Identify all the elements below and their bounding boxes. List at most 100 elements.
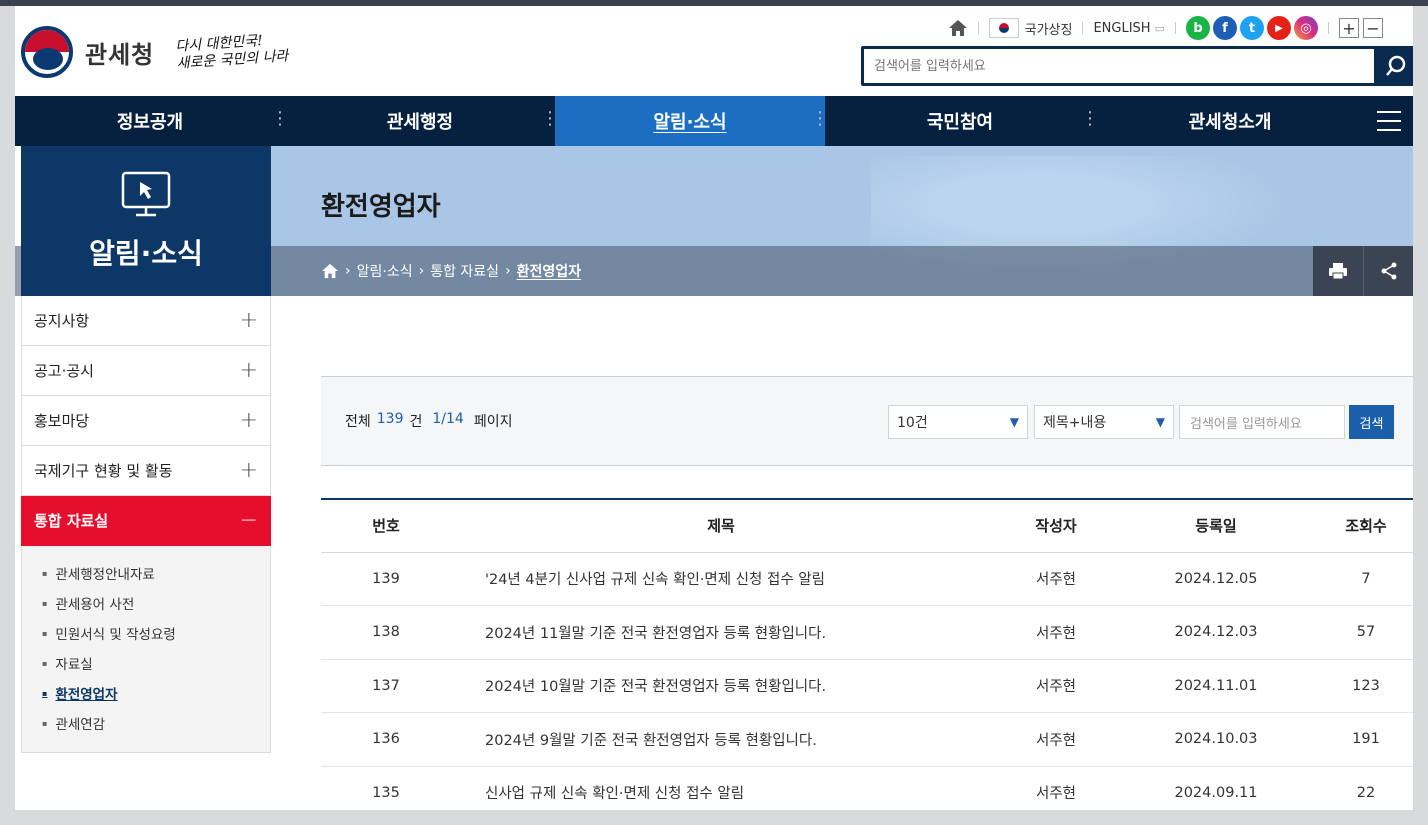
- youtube-icon[interactable]: ▶: [1267, 16, 1291, 40]
- row-views: 191: [1311, 712, 1413, 767]
- gnb-about[interactable]: 관세청소개: [1095, 96, 1365, 146]
- main-navigation: 정보공개 관세행정 알림·소식 국민참여 관세청소개: [15, 96, 1413, 146]
- row-number: 135: [321, 766, 451, 810]
- row-title-link[interactable]: 2024년 11월말 기준 전국 환전영업자 등록 현황입니다.: [451, 605, 991, 660]
- search-type-select[interactable]: 제목+내용 ▼: [1034, 405, 1174, 439]
- chevron-right-icon: ›: [345, 263, 351, 279]
- keyword-input[interactable]: 검색어를 입력하세요: [1179, 405, 1345, 439]
- table-row: 138 2024년 11월말 기준 전국 환전영업자 등록 현황입니다. 서주현…: [321, 605, 1413, 660]
- search-icon: [1386, 55, 1406, 76]
- breadcrumb: › 알림·소식 › 통합 자료실 › 환전영업자: [321, 261, 581, 281]
- side-title: 알림·소식: [89, 237, 203, 270]
- expand-icon: +: [239, 458, 258, 483]
- submenu-item-current[interactable]: 환전영업자: [42, 678, 270, 708]
- row-author: 서주현: [991, 766, 1121, 810]
- row-title-link[interactable]: 신사업 규제 신속 확인·면제 신청 접수 알림: [451, 766, 991, 810]
- side-navigation: 공지사항 + 공고·공시 + 홍보마당 + 국제기구 현황 및 활동 + 통합 자료실 −…: [21, 296, 271, 753]
- table-row: 136 2024년 9월말 기준 전국 환전영업자 등록 현황입니다. 서주현 …: [321, 712, 1413, 767]
- site-search-input[interactable]: [864, 49, 1374, 83]
- blog-icon[interactable]: b: [1186, 16, 1210, 40]
- expand-icon: +: [239, 358, 258, 383]
- table-row: 139 '24년 4분기 신사업 규제 신속 확인·면제 신청 접수 알림 서주…: [321, 552, 1413, 606]
- zoom-out-button[interactable]: −: [1363, 18, 1383, 38]
- col-author: 작성자: [991, 499, 1121, 553]
- row-author: 서주현: [991, 552, 1121, 606]
- breadcrumb-item[interactable]: 알림·소식: [357, 261, 413, 281]
- home-icon[interactable]: [948, 19, 968, 37]
- list-filter-bar: 전체 139 건 1/14 페이지 10건 ▼ 제목+내용 ▼ 검색어를 입력하…: [321, 376, 1413, 466]
- side-submenu: 관세행정안내자료 관세용어 사전 민원서식 및 작성요령 자료실 환전영업자 관…: [21, 546, 271, 753]
- twitter-icon[interactable]: t: [1240, 16, 1264, 40]
- col-date: 등록일: [1121, 499, 1311, 553]
- page-header-band: 환전영업자 › 알림·소식 › 통합 자료실 › 환전영업자: [271, 146, 1413, 296]
- share-button[interactable]: [1363, 246, 1413, 296]
- submenu-item[interactable]: 관세연감: [42, 708, 270, 738]
- page-size-select[interactable]: 10건 ▼: [888, 405, 1028, 439]
- row-author: 서주현: [991, 605, 1121, 660]
- breadcrumb-bar: › 알림·소식 › 통합 자료실 › 환전영업자: [271, 246, 1413, 296]
- site-search: [861, 46, 1413, 86]
- table-header-row: 번호 제목 작성자 등록일 조회수: [321, 499, 1413, 553]
- table-row: 137 2024년 10월말 기준 전국 환전영업자 등록 현황입니다. 서주현…: [321, 659, 1413, 713]
- expand-icon: +: [239, 408, 258, 433]
- side-menu-archive[interactable]: 통합 자료실 −: [21, 496, 271, 546]
- band-left-edge: [15, 246, 21, 296]
- chevron-right-icon: ›: [418, 263, 425, 279]
- row-title-link[interactable]: '24년 4분기 신사업 규제 신속 확인·면제 신청 접수 알림: [451, 552, 991, 606]
- all-menu-icon[interactable]: [1365, 96, 1413, 146]
- government-emblem-icon: [21, 26, 73, 78]
- row-views: 7: [1311, 552, 1413, 606]
- print-button[interactable]: [1313, 246, 1363, 296]
- submenu-item[interactable]: 관세용어 사전: [42, 588, 270, 618]
- submenu-item[interactable]: 민원서식 및 작성요령: [42, 618, 270, 648]
- viewport-margin-bottom: [0, 810, 1428, 825]
- expand-icon: +: [239, 308, 258, 333]
- site-logo[interactable]: 관세청 다시 대한민국! 새로운 국민의 나라: [21, 26, 289, 78]
- row-title-link[interactable]: 2024년 9월말 기준 전국 환전영업자 등록 현황입니다.: [451, 712, 991, 767]
- breadcrumb-current[interactable]: 환전영업자: [517, 261, 581, 281]
- zoom-controls: + −: [1339, 18, 1383, 38]
- korean-flag-icon: [988, 18, 1019, 38]
- side-menu-promotion[interactable]: 홍보마당 +: [21, 396, 271, 446]
- row-date: 2024.12.03: [1121, 605, 1311, 660]
- print-icon: [1329, 263, 1347, 280]
- row-date: 2024.11.01: [1121, 659, 1311, 713]
- monitor-cursor-icon: [121, 171, 171, 217]
- viewport-margin-right: [1413, 6, 1428, 825]
- chevron-down-icon: ▼: [1009, 415, 1019, 429]
- chevron-right-icon: ›: [505, 263, 511, 279]
- site-search-button[interactable]: [1374, 49, 1413, 83]
- zoom-in-button[interactable]: +: [1339, 18, 1359, 38]
- side-heading: 알림·소식: [21, 146, 271, 296]
- side-menu-international[interactable]: 국제기구 현황 및 활동 +: [21, 446, 271, 496]
- table-row: 135 신사업 규제 신속 확인·면제 신청 접수 알림 서주현 2024.09…: [321, 766, 1413, 810]
- side-menu-announcement[interactable]: 공고·공시 +: [21, 346, 271, 396]
- page-title: 환전영업자: [321, 192, 441, 222]
- row-date: 2024.12.05: [1121, 552, 1311, 606]
- row-author: 서주현: [991, 659, 1121, 713]
- english-link[interactable]: ENGLISH: [1093, 21, 1150, 36]
- gnb-news[interactable]: 알림·소식: [555, 96, 829, 146]
- col-views: 조회수: [1311, 499, 1413, 553]
- gnb-participation[interactable]: 국민참여: [825, 96, 1099, 146]
- breadcrumb-item[interactable]: 통합 자료실: [430, 261, 499, 281]
- home-icon[interactable]: [321, 263, 339, 279]
- new-window-icon: ▭: [1154, 21, 1165, 35]
- gnb-info-disclosure[interactable]: 정보공개: [15, 96, 289, 146]
- side-menu-notice[interactable]: 공지사항 +: [21, 296, 271, 346]
- gnb-customs-admin[interactable]: 관세행정: [285, 96, 559, 146]
- submenu-item[interactable]: 자료실: [42, 648, 270, 678]
- chevron-down-icon: ▼: [1155, 415, 1165, 429]
- row-views: 22: [1311, 766, 1413, 810]
- row-title-link[interactable]: 2024년 10월말 기준 전국 환전영업자 등록 현황입니다.: [451, 659, 991, 713]
- row-number: 136: [321, 712, 451, 767]
- row-number: 137: [321, 659, 451, 713]
- viewport-margin-left: [0, 6, 15, 825]
- instagram-icon[interactable]: ◎: [1294, 16, 1318, 40]
- page: 관세청 다시 대한민국! 새로운 국민의 나라 국가상징 ENGLISH ▭ b…: [15, 6, 1413, 810]
- facebook-icon[interactable]: f: [1213, 16, 1237, 40]
- submenu-item[interactable]: 관세행정안내자료: [42, 558, 270, 588]
- search-button[interactable]: 검색: [1349, 405, 1394, 439]
- row-date: 2024.10.03: [1121, 712, 1311, 767]
- national-symbol-link[interactable]: 국가상징: [1025, 19, 1073, 38]
